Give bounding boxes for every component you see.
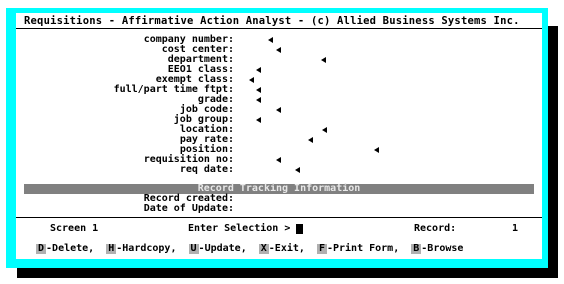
delete-key[interactable]: D bbox=[36, 244, 47, 254]
field-input-req-date[interactable] bbox=[295, 167, 300, 173]
field-input-job-group[interactable] bbox=[256, 117, 261, 123]
date-of-update-label: Date of Update: bbox=[143, 203, 234, 214]
window-title: Requisitions - Affirmative Action Analys… bbox=[24, 15, 520, 27]
screen-number: Screen 1 bbox=[50, 223, 99, 234]
delete-label: -Delete, bbox=[46, 243, 95, 254]
command-bar: D -Delete, H -Hardcopy, U -Update, X -Exit, … bbox=[36, 244, 469, 254]
delete-command[interactable]: D -Delete, bbox=[36, 243, 94, 254]
browse-label: -Browse bbox=[421, 243, 464, 254]
field-input-full-part-time[interactable] bbox=[256, 87, 261, 93]
field-input-location[interactable] bbox=[322, 127, 327, 133]
browse-command[interactable]: B -Browse bbox=[411, 243, 463, 254]
update-command[interactable]: U -Update, bbox=[188, 243, 247, 254]
selection-prompt-label: Enter Selection > bbox=[188, 223, 291, 234]
record-label: Record: bbox=[414, 223, 457, 234]
status-divider bbox=[16, 217, 542, 218]
field-input-exempt-class[interactable] bbox=[249, 77, 254, 83]
record-value: 1 bbox=[512, 223, 519, 234]
hardcopy-label: -Hardcopy, bbox=[116, 243, 177, 254]
title-divider bbox=[16, 28, 542, 29]
update-key[interactable]: U bbox=[188, 244, 199, 254]
hardcopy-key[interactable]: H bbox=[106, 244, 117, 254]
hardcopy-command[interactable]: H -Hardcopy, bbox=[106, 243, 176, 254]
browse-key[interactable]: B bbox=[411, 244, 422, 254]
print-form-command[interactable]: F -Print Form, bbox=[316, 243, 400, 254]
terminal-screen: Requisitions - Affirmative Action Analys… bbox=[16, 13, 542, 259]
exit-label: -Exit, bbox=[268, 243, 305, 254]
field-input-department[interactable] bbox=[321, 57, 326, 63]
selection-prompt: Enter Selection > bbox=[188, 223, 304, 234]
exit-command[interactable]: X -Exit, bbox=[258, 243, 305, 254]
field-input-cost-center[interactable] bbox=[276, 47, 281, 53]
field-input-job-code[interactable] bbox=[276, 107, 281, 113]
field-input-eeo1-class[interactable] bbox=[256, 67, 261, 73]
print-form-label: -Print Form, bbox=[326, 243, 400, 254]
field-input-company-number[interactable] bbox=[268, 37, 273, 43]
field-input-position[interactable] bbox=[374, 147, 379, 153]
field-input-grade[interactable] bbox=[256, 97, 261, 103]
field-label-req-date: req date: bbox=[179, 164, 234, 175]
field-input-pay-rate[interactable] bbox=[308, 137, 313, 143]
print-form-key[interactable]: F bbox=[316, 244, 327, 254]
selection-input[interactable] bbox=[296, 224, 304, 234]
exit-key[interactable]: X bbox=[258, 244, 269, 254]
record-tracking-header: Record Tracking Information bbox=[24, 184, 534, 194]
update-label: -Update, bbox=[198, 243, 247, 254]
field-input-requisition-no[interactable] bbox=[276, 157, 281, 163]
